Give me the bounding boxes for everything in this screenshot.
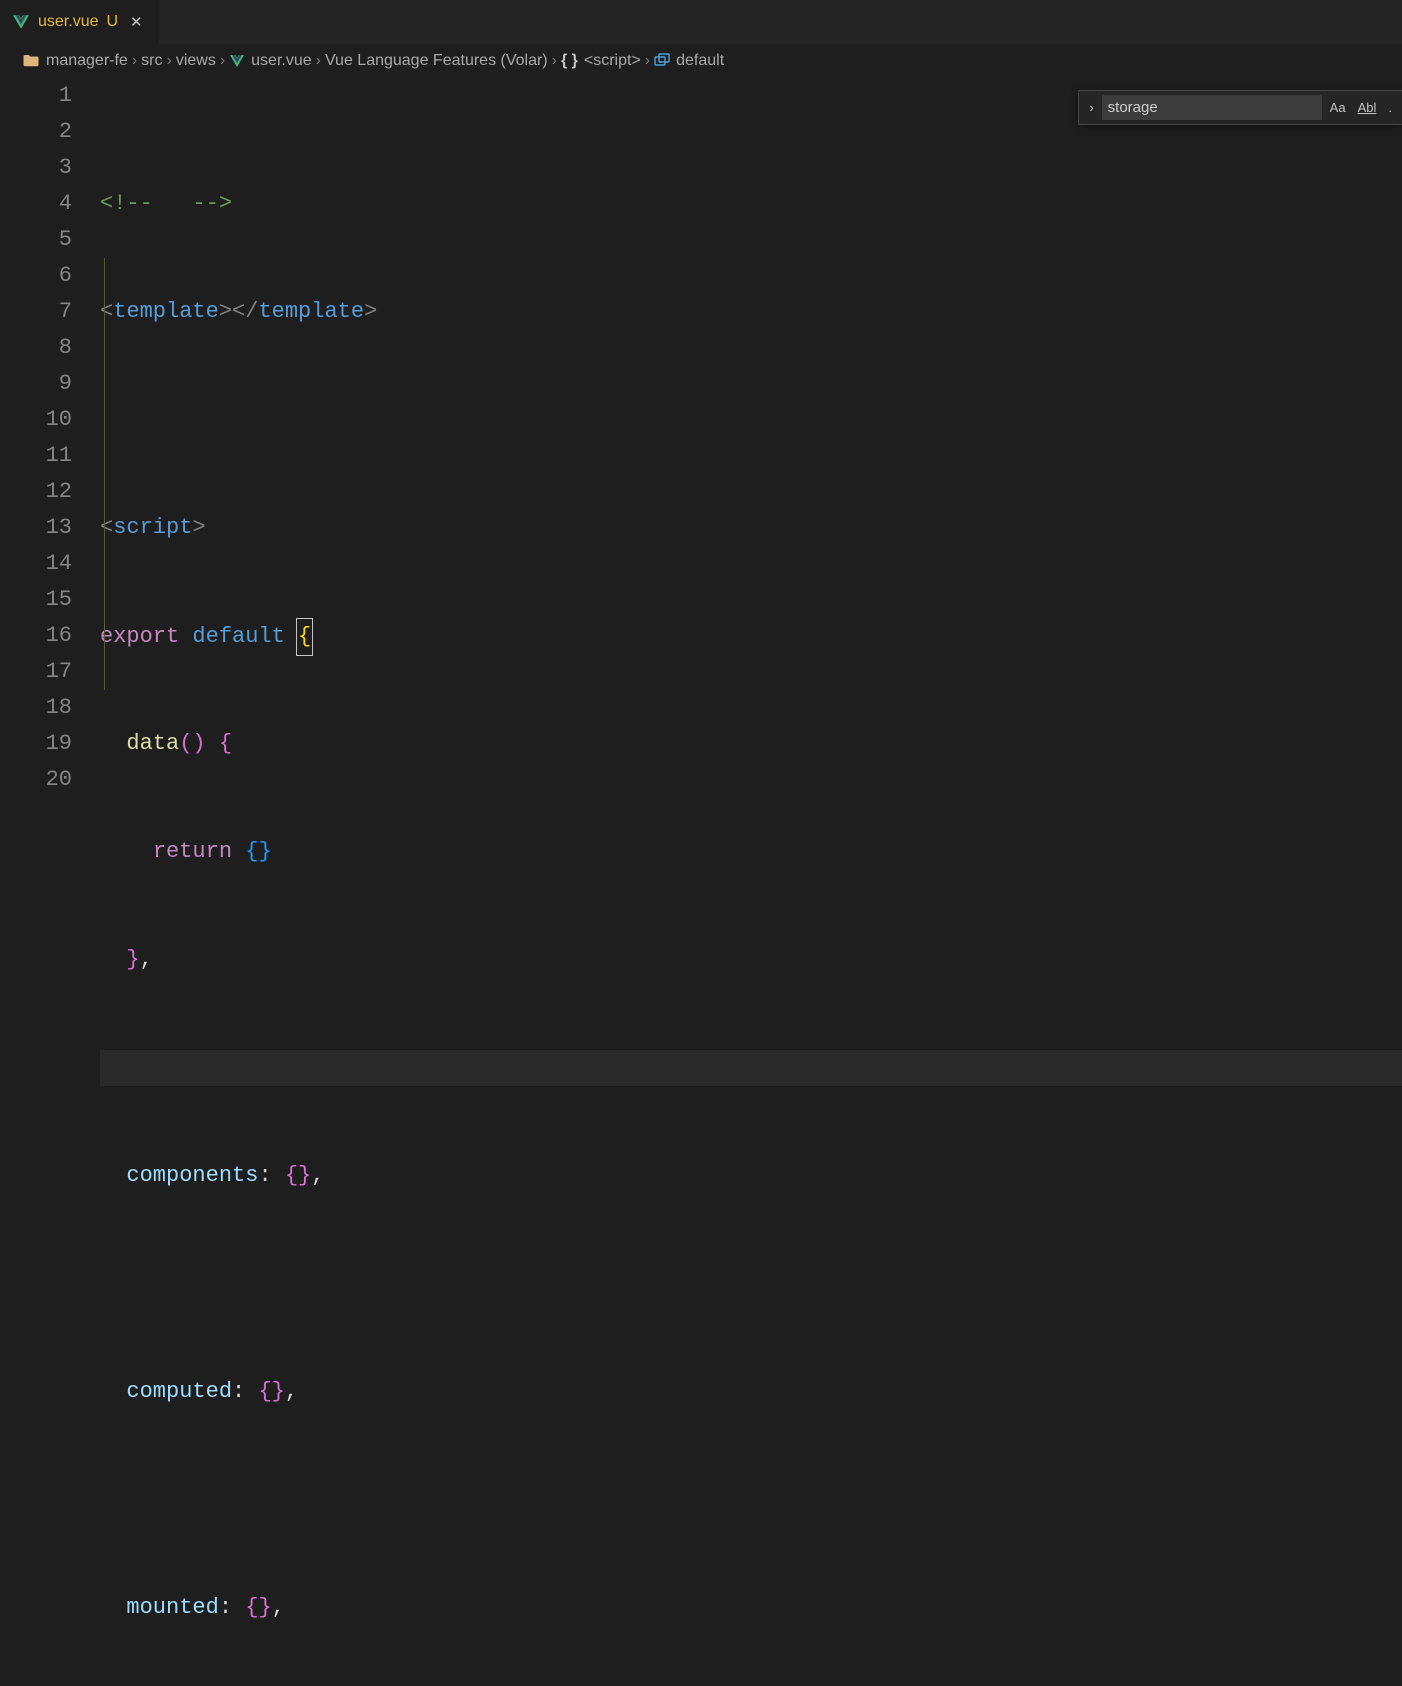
t: } bbox=[272, 1379, 285, 1404]
t: { bbox=[258, 1379, 271, 1404]
breadcrumb-root-label: manager-fe bbox=[46, 52, 128, 70]
line-number: 8 bbox=[0, 330, 72, 366]
t: < bbox=[100, 299, 113, 324]
t: { bbox=[219, 731, 232, 756]
t: : bbox=[258, 1163, 271, 1188]
t: : bbox=[219, 1595, 232, 1620]
editor-tab[interactable]: user.vue U ✕ bbox=[0, 0, 159, 44]
t: template bbox=[258, 299, 364, 324]
close-icon[interactable]: ✕ bbox=[126, 9, 147, 35]
t: } bbox=[258, 1595, 271, 1620]
breadcrumb-file-label: user.vue bbox=[251, 52, 311, 70]
vue-icon bbox=[229, 53, 245, 69]
line-number: 4 bbox=[0, 186, 72, 222]
t: { bbox=[245, 1595, 258, 1620]
t: { bbox=[298, 624, 311, 649]
t: > bbox=[192, 515, 205, 540]
chevron-right-icon: › bbox=[166, 52, 171, 70]
breadcrumb-views[interactable]: views bbox=[176, 52, 216, 70]
t: template bbox=[113, 299, 219, 324]
breadcrumb-views-label: views bbox=[176, 52, 216, 70]
t: , bbox=[285, 1379, 298, 1404]
t: script bbox=[113, 515, 192, 540]
breadcrumb-default[interactable]: default bbox=[654, 52, 724, 70]
line-number: 15 bbox=[0, 582, 72, 618]
t: ( bbox=[179, 731, 192, 756]
line-number-gutter: 1234567891011121314151617181920 bbox=[0, 78, 100, 1686]
breadcrumb-src-label: src bbox=[141, 52, 162, 70]
line-number: 18 bbox=[0, 690, 72, 726]
line-number: 10 bbox=[0, 402, 72, 438]
braces-icon: { } bbox=[561, 52, 578, 70]
chevron-right-icon: › bbox=[645, 52, 650, 70]
line-number: 19 bbox=[0, 726, 72, 762]
t: , bbox=[272, 1595, 285, 1620]
t: --> bbox=[192, 191, 232, 216]
line-number: 3 bbox=[0, 150, 72, 186]
chevron-right-icon: › bbox=[552, 52, 557, 70]
line-number: 2 bbox=[0, 114, 72, 150]
t: <!-- bbox=[100, 191, 153, 216]
t: } bbox=[126, 947, 139, 972]
t: default bbox=[192, 624, 284, 649]
t: { bbox=[285, 1163, 298, 1188]
t: computed bbox=[126, 1379, 232, 1404]
t: data bbox=[126, 731, 179, 756]
tab-bar-empty bbox=[159, 0, 1402, 44]
t: > bbox=[219, 299, 232, 324]
chevron-right-icon: › bbox=[132, 52, 137, 70]
chevron-right-icon: › bbox=[316, 52, 321, 70]
t: mounted bbox=[126, 1595, 218, 1620]
breadcrumb-script-label: <script> bbox=[584, 52, 641, 70]
t: </ bbox=[232, 299, 258, 324]
line-number: 6 bbox=[0, 258, 72, 294]
breadcrumb-volar[interactable]: Vue Language Features (Volar) bbox=[325, 52, 548, 70]
line-number: 7 bbox=[0, 294, 72, 330]
breadcrumb-src[interactable]: src bbox=[141, 52, 162, 70]
breadcrumb: manager-fe › src › views › user.vue › Vu… bbox=[0, 44, 1402, 78]
line-number: 14 bbox=[0, 546, 72, 582]
editor[interactable]: 1234567891011121314151617181920 <!-- -->… bbox=[0, 78, 1402, 1686]
chevron-right-icon: › bbox=[220, 52, 225, 70]
line-number: 5 bbox=[0, 222, 72, 258]
t: } bbox=[298, 1163, 311, 1188]
breadcrumb-volar-label: Vue Language Features (Volar) bbox=[325, 52, 548, 70]
t: , bbox=[311, 1163, 324, 1188]
tab-modified-marker: U bbox=[106, 13, 118, 31]
tab-filename: user.vue bbox=[38, 13, 98, 31]
line-number: 12 bbox=[0, 474, 72, 510]
line-number: 13 bbox=[0, 510, 72, 546]
tab-bar: user.vue U ✕ bbox=[0, 0, 1402, 44]
symbol-icon bbox=[654, 53, 670, 69]
breadcrumb-default-label: default bbox=[676, 52, 724, 70]
line-number: 17 bbox=[0, 654, 72, 690]
line-number: 9 bbox=[0, 366, 72, 402]
t: components bbox=[126, 1163, 258, 1188]
breadcrumb-script[interactable]: { } <script> bbox=[561, 52, 641, 70]
t: , bbox=[140, 947, 153, 972]
t: > bbox=[364, 299, 377, 324]
breadcrumb-root[interactable]: manager-fe bbox=[22, 52, 128, 70]
line-number: 1 bbox=[0, 78, 72, 114]
t: ) bbox=[192, 731, 205, 756]
line-number: 16 bbox=[0, 618, 72, 654]
folder-icon bbox=[22, 52, 40, 70]
vue-icon bbox=[12, 13, 30, 31]
t: : bbox=[232, 1379, 245, 1404]
breadcrumb-file[interactable]: user.vue bbox=[229, 52, 311, 70]
t: export bbox=[100, 624, 179, 649]
line-number: 20 bbox=[0, 762, 72, 798]
t: < bbox=[100, 515, 113, 540]
indent-guide bbox=[104, 258, 105, 690]
code-content[interactable]: <!-- --> <template></template> <script> … bbox=[100, 78, 1402, 1686]
line-number: 11 bbox=[0, 438, 72, 474]
